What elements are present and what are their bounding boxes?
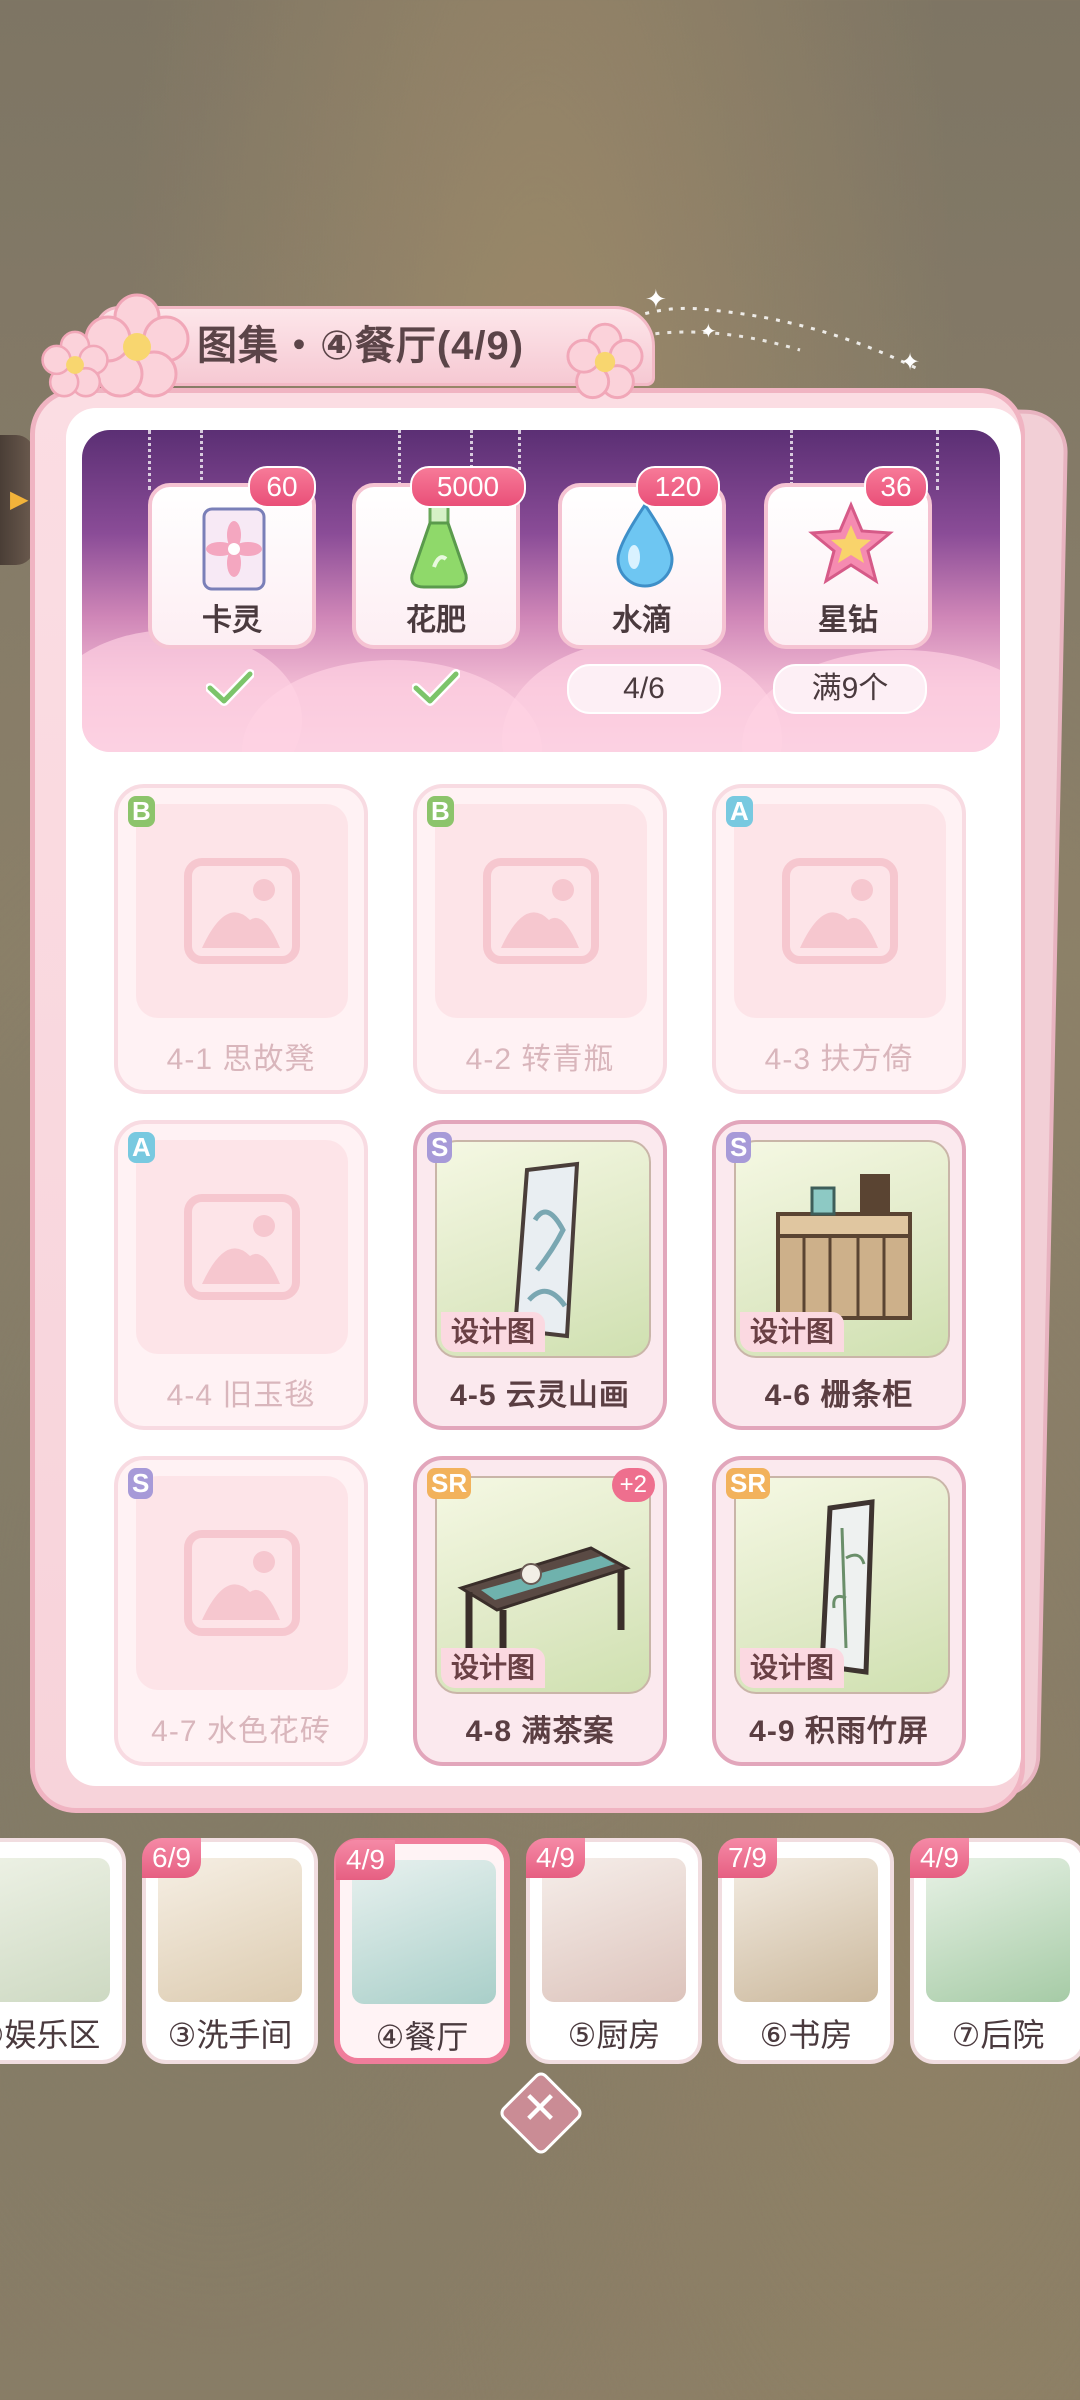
room-progress-badge: 4/9 bbox=[526, 1838, 585, 1878]
room-thumbnail bbox=[0, 1858, 110, 2002]
slatted-cabinet-image bbox=[776, 1174, 912, 1320]
grade-badge: A bbox=[128, 1132, 155, 1163]
reward-label: 水滴 bbox=[612, 604, 672, 637]
item-frame bbox=[435, 804, 647, 1018]
room-progress-badge: 4/9 bbox=[336, 1840, 395, 1880]
item-name: 4-7 水色花砖 bbox=[151, 1715, 331, 1748]
star-diamond-icon bbox=[808, 501, 894, 585]
album-title: 图集・④餐厅(4/9) bbox=[197, 324, 525, 368]
room-tab-dining[interactable]: 4/9 ④餐厅 bbox=[334, 1838, 510, 2064]
room-tab-entertainment[interactable]: ②娱乐区 bbox=[0, 1838, 126, 2064]
blueprint-tag: 设计图 bbox=[740, 1648, 845, 1688]
room-tab-label: ③洗手间 bbox=[167, 2017, 293, 2053]
duplicate-count-badge: +2 bbox=[611, 1468, 655, 1502]
reward-label: 花肥 bbox=[406, 604, 466, 637]
grade-badge: A bbox=[726, 796, 753, 827]
tea-table-image bbox=[457, 1546, 631, 1664]
grade-badge: SR bbox=[726, 1468, 771, 1499]
chevron-right-icon: ▶ bbox=[10, 486, 29, 513]
item-slot[interactable]: SR +2 设计图 4-8 满茶案 bbox=[413, 1456, 667, 1766]
check-icon bbox=[412, 669, 460, 706]
item-frame bbox=[734, 804, 946, 1018]
svg-text:✦: ✦ bbox=[700, 321, 717, 343]
reward-progress: 4/6 bbox=[567, 664, 721, 714]
room-thumbnail bbox=[352, 1860, 496, 2004]
item-frame bbox=[136, 1140, 348, 1354]
card-icon bbox=[202, 507, 266, 591]
item-name: 4-3 扶方倚 bbox=[764, 1043, 914, 1076]
grade-badge: B bbox=[427, 796, 454, 827]
image-placeholder-icon bbox=[184, 1530, 300, 1636]
item-name: 4-2 转青瓶 bbox=[465, 1043, 615, 1076]
item-name: 4-8 满茶案 bbox=[465, 1715, 615, 1748]
image-placeholder-icon bbox=[483, 858, 599, 964]
room-tab-label: ④餐厅 bbox=[375, 2019, 469, 2055]
item-slot[interactable]: A 4-4 旧玉毯 bbox=[114, 1120, 368, 1430]
room-tab-label: ⑥书房 bbox=[759, 2017, 853, 2053]
reward-label: 卡灵 bbox=[202, 604, 262, 637]
item-slot[interactable]: SR 设计图 4-9 积雨竹屏 bbox=[712, 1456, 966, 1766]
room-thumbnail bbox=[734, 1858, 878, 2002]
image-placeholder-icon bbox=[782, 858, 898, 964]
grade-badge: B bbox=[128, 796, 155, 827]
item-name: 4-4 旧玉毯 bbox=[166, 1379, 316, 1412]
room-tab-label: ⑤厨房 bbox=[567, 2017, 661, 2053]
item-frame bbox=[136, 804, 348, 1018]
grade-badge: S bbox=[128, 1468, 154, 1499]
room-thumbnail bbox=[926, 1858, 1070, 2002]
reward-label: 星钻 bbox=[818, 604, 878, 637]
close-icon: ✕ bbox=[521, 2084, 559, 2133]
room-tab-kitchen[interactable]: 4/9 ⑤厨房 bbox=[526, 1838, 702, 2064]
room-thumbnail bbox=[542, 1858, 686, 2002]
grade-badge: S bbox=[427, 1132, 453, 1163]
item-slot[interactable]: B 4-2 转青瓶 bbox=[413, 784, 667, 1094]
grade-badge: SR bbox=[427, 1468, 472, 1499]
blueprint-tag: 设计图 bbox=[441, 1312, 546, 1352]
room-tab-backyard[interactable]: 4/9 ⑦后院 bbox=[910, 1838, 1080, 2064]
room-tab-label: ②娱乐区 bbox=[0, 2017, 101, 2053]
room-thumbnail bbox=[158, 1858, 302, 2002]
item-slot[interactable]: S 设计图 4-6 栅条柜 bbox=[712, 1120, 966, 1430]
item-slot[interactable]: B 4-1 思故凳 bbox=[114, 784, 368, 1094]
check-icon bbox=[206, 669, 254, 706]
flower-icon bbox=[566, 322, 644, 400]
room-tab-washroom[interactable]: 6/9 ③洗手间 bbox=[142, 1838, 318, 2064]
reward-progress: 满9个 bbox=[773, 664, 927, 714]
reward-count: 120 bbox=[636, 466, 720, 508]
item-slot[interactable]: A 4-3 扶方倚 bbox=[712, 784, 966, 1094]
svg-text:✦: ✦ bbox=[645, 284, 667, 314]
flower-icon bbox=[41, 330, 109, 398]
reward-count: 5000 bbox=[410, 466, 526, 508]
fertilizer-flask-icon bbox=[410, 503, 468, 589]
blueprint-tag: 设计图 bbox=[441, 1648, 546, 1688]
room-progress-badge: 7/9 bbox=[718, 1838, 777, 1878]
grade-badge: S bbox=[726, 1132, 752, 1163]
water-drop-icon bbox=[616, 502, 674, 588]
item-slot[interactable]: S 4-7 水色花砖 bbox=[114, 1456, 368, 1766]
room-progress-badge: 4/9 bbox=[910, 1838, 969, 1878]
item-frame bbox=[136, 1476, 348, 1690]
svg-text:✦: ✦ bbox=[900, 349, 920, 376]
item-name: 4-6 栅条柜 bbox=[764, 1379, 914, 1412]
item-name: 4-9 积雨竹屏 bbox=[749, 1715, 929, 1748]
reward-count: 36 bbox=[864, 466, 928, 508]
blueprint-tag: 设计图 bbox=[740, 1312, 845, 1352]
room-tab-label: ⑦后院 bbox=[951, 2017, 1045, 2053]
reward-count: 60 bbox=[248, 466, 316, 508]
image-placeholder-icon bbox=[184, 858, 300, 964]
room-progress-badge: 6/9 bbox=[142, 1838, 201, 1878]
item-slot[interactable]: S 设计图 4-5 云灵山画 bbox=[413, 1120, 667, 1430]
item-name: 4-1 思故凳 bbox=[166, 1043, 316, 1076]
image-placeholder-icon bbox=[184, 1194, 300, 1300]
side-drawer-handle[interactable]: ▶ bbox=[0, 435, 34, 565]
item-name: 4-5 云灵山画 bbox=[450, 1379, 630, 1412]
room-tab-study[interactable]: 7/9 ⑥书房 bbox=[718, 1838, 894, 2064]
